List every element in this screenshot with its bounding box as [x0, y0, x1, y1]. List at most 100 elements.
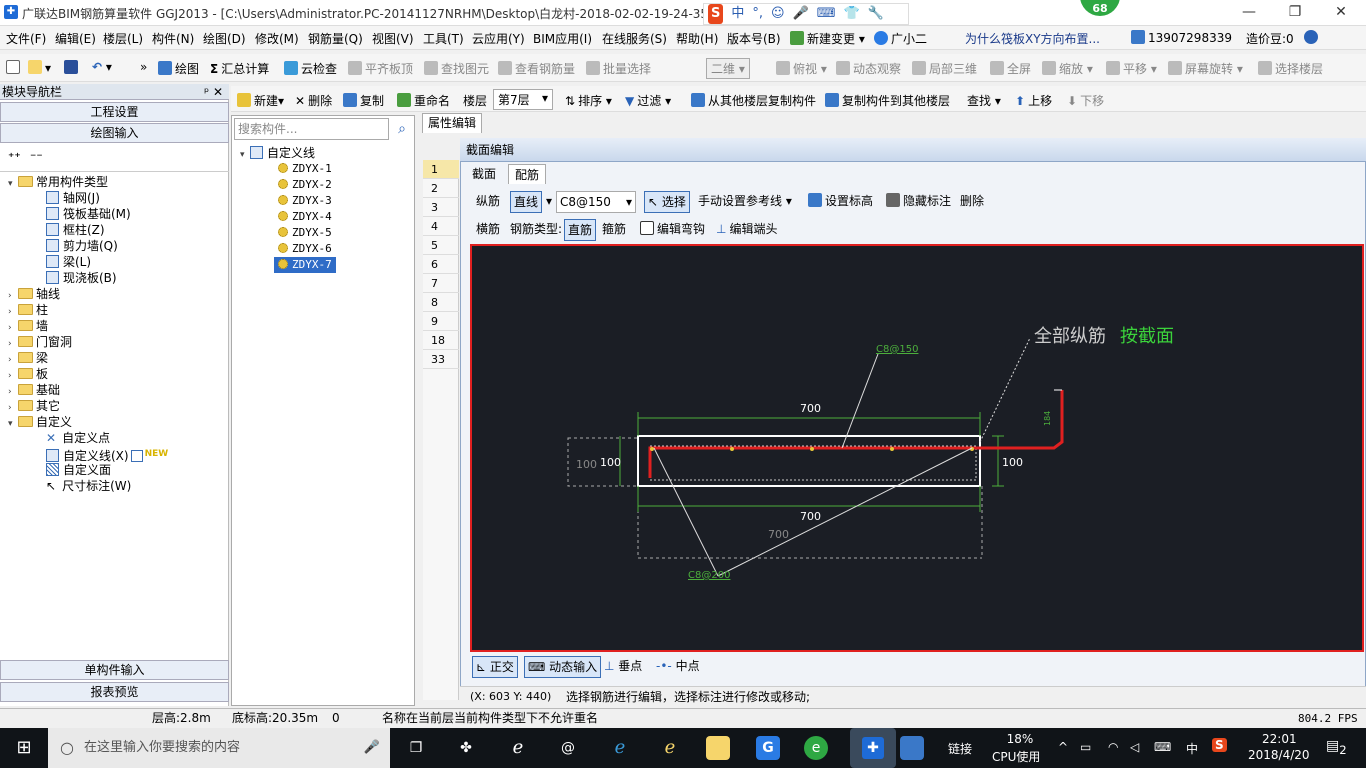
edit-end-button[interactable]: ⊥ 编辑端头	[716, 219, 777, 239]
move-down-button[interactable]: ⬇ 下移	[1067, 92, 1104, 109]
copy-to-floor-button[interactable]: 复制构件到其他楼层	[825, 92, 950, 109]
section-outline[interactable]	[637, 435, 981, 487]
new-file-icon[interactable]	[6, 60, 23, 75]
ime-emoji-icon[interactable]: ☺	[771, 4, 785, 24]
menu-version[interactable]: 版本号(B)	[727, 30, 781, 47]
news-ticker[interactable]: 为什么筏板XY方向布置...	[965, 30, 1100, 47]
menu-help[interactable]: 帮助(H)	[676, 30, 718, 47]
tree-item-custom-face[interactable]: 自定义面	[46, 462, 111, 478]
restore-button[interactable]: ❐	[1272, 0, 1318, 26]
rename-button[interactable]: 重命名	[397, 92, 450, 109]
draw-button[interactable]: 绘图	[158, 60, 199, 77]
by-section-label[interactable]: 按截面	[1120, 326, 1174, 347]
battery-icon[interactable]: ▭	[1080, 740, 1091, 754]
longitudinal-rebar[interactable]	[648, 390, 1064, 478]
delete-rebar-button[interactable]: 删除	[960, 191, 984, 211]
list-item[interactable]: ZDYX-1	[278, 161, 332, 177]
row-number[interactable]: 6	[423, 255, 459, 274]
minimize-button[interactable]: —	[1226, 0, 1272, 26]
straight-bar-button[interactable]: 直筋	[564, 219, 597, 241]
find-button[interactable]: 查找 ▾	[967, 92, 1001, 109]
copy-from-floor-button[interactable]: 从其他楼层复制构件	[691, 92, 816, 109]
expand-all-icon[interactable]: ⁺⁺	[8, 150, 21, 164]
menu-view[interactable]: 视图(V)	[372, 30, 414, 47]
perpendicular-button[interactable]: ⊥ 垂点	[604, 656, 642, 676]
tree-item-beam[interactable]: 梁(L)	[46, 254, 91, 270]
undo-icon[interactable]: ↶ ▾	[92, 60, 112, 74]
menu-tools[interactable]: 工具(T)	[423, 30, 464, 47]
section-project-settings[interactable]: 工程设置	[0, 102, 229, 122]
tree-item-column[interactable]: 框柱(Z)	[46, 222, 105, 238]
find-element-button[interactable]: 查找图元	[424, 60, 489, 77]
pin-close-icon[interactable]: ᵖ ✕	[204, 84, 223, 100]
edge-icon[interactable]: ℯ	[608, 736, 632, 760]
ime-tools-icon[interactable]: 🔧	[868, 4, 884, 24]
menu-modify[interactable]: 修改(M)	[255, 30, 299, 47]
fan-app-icon[interactable]: ✤	[454, 736, 478, 760]
notification-icon[interactable]: ▤2	[1326, 738, 1347, 757]
list-item[interactable]: ZDYX-6	[278, 241, 332, 257]
menu-rebar[interactable]: 钢筋量(Q)	[308, 30, 363, 47]
score-badge[interactable]: 68	[1078, 0, 1122, 18]
row-number[interactable]: 18	[423, 331, 459, 350]
top-view-button[interactable]: 俯视 ▾	[776, 60, 827, 77]
dim-label-ghost-left[interactable]: 100	[576, 458, 597, 471]
dim-label-left[interactable]: 100	[600, 456, 621, 469]
search-input[interactable]: 搜索构件...	[234, 118, 389, 140]
ime-punct-icon[interactable]: °,	[752, 4, 763, 24]
search-icon[interactable]: ⌕	[391, 118, 413, 140]
midpoint-button[interactable]: -•- 中点	[656, 656, 700, 676]
ime-toolbar[interactable]: S 中 °, ☺ 🎤 ⌨ 👕 🔧	[703, 3, 909, 25]
upload-icon[interactable]	[1304, 30, 1321, 45]
volume-icon[interactable]: ◁	[1130, 740, 1139, 754]
filter-button[interactable]: ▼ 过滤 ▾	[625, 92, 671, 109]
rebar-spec-select[interactable]: C8@150 ▾	[556, 191, 636, 213]
floor-select[interactable]: 第7层 ▾	[493, 89, 553, 110]
edit-hook-button[interactable]: 编辑弯钩	[640, 219, 705, 239]
delete-button[interactable]: ✕ 删除	[295, 92, 332, 109]
rebar-point[interactable]	[650, 447, 654, 451]
tree-item-axis-grid[interactable]: 轴网(J)	[46, 190, 100, 206]
tree-item-dimension[interactable]: ↖ 尺寸标注(W)	[46, 478, 131, 494]
rebar-label-bottom[interactable]: C8@200	[688, 570, 730, 581]
hide-label-button[interactable]: 隐藏标注	[886, 191, 951, 211]
ime-skin-icon[interactable]: 👕	[844, 4, 860, 24]
list-item-selected[interactable]: ZDYX-7	[274, 257, 336, 273]
dim-label-bottom[interactable]: 700	[800, 510, 821, 523]
file-explorer-icon[interactable]	[706, 736, 730, 760]
user-account[interactable]: 13907298339	[1131, 30, 1232, 45]
menu-edit[interactable]: 编辑(E)	[55, 30, 96, 47]
section-drawing-input[interactable]: 绘图输入	[0, 123, 229, 143]
tree-item-raft[interactable]: 筏板基础(M)	[46, 206, 131, 222]
copy-button[interactable]: 复制	[343, 92, 384, 109]
menu-online[interactable]: 在线服务(S)	[602, 30, 667, 47]
new-button[interactable]: 新建▾	[237, 92, 284, 109]
row-number[interactable]: 8	[423, 293, 459, 312]
keyboard-icon[interactable]: ⌨	[1154, 740, 1171, 754]
spiral-app-icon[interactable]: @	[556, 736, 580, 760]
green-app-icon[interactable]: e	[804, 736, 828, 760]
ortho-button[interactable]: ⊾ 正交	[472, 656, 518, 678]
save-icon[interactable]	[64, 60, 81, 75]
cloud-check-button[interactable]: 云检查	[284, 60, 337, 77]
row-number[interactable]: 7	[423, 274, 459, 293]
drawing-canvas[interactable]: 700 100 700 700 100 100 184 C8@150 C8@20…	[470, 244, 1364, 652]
row-number[interactable]: 1	[423, 160, 459, 179]
dim-label-right[interactable]: 100	[1002, 456, 1023, 469]
ggj-active-icon[interactable]: ✚	[850, 728, 896, 768]
row-number[interactable]: 33	[423, 350, 459, 369]
tree-item-shear-wall[interactable]: 剪力墙(Q)	[46, 238, 118, 254]
clock-date[interactable]: 2018/4/20	[1248, 748, 1310, 762]
windows-start-icon[interactable]: ⊞	[12, 736, 36, 760]
sogou-icon[interactable]: S	[708, 4, 724, 24]
chevron-down-icon[interactable]: ▾	[546, 191, 552, 211]
fullscreen-button[interactable]: 全屏	[990, 60, 1031, 77]
rebar-point[interactable]	[810, 447, 814, 451]
collapse-all-icon[interactable]: ⁻⁻	[30, 150, 43, 164]
dynamic-input-button[interactable]: ⌨ 动态输入	[524, 656, 602, 678]
manual-guide-button[interactable]: 手动设置参考线 ▾	[698, 191, 792, 211]
pan-button[interactable]: 平移 ▾	[1106, 60, 1157, 77]
set-elevation-button[interactable]: 设置标高	[808, 191, 873, 211]
row-number[interactable]: 5	[423, 236, 459, 255]
open-folder-icon[interactable]: ▾	[28, 60, 51, 75]
